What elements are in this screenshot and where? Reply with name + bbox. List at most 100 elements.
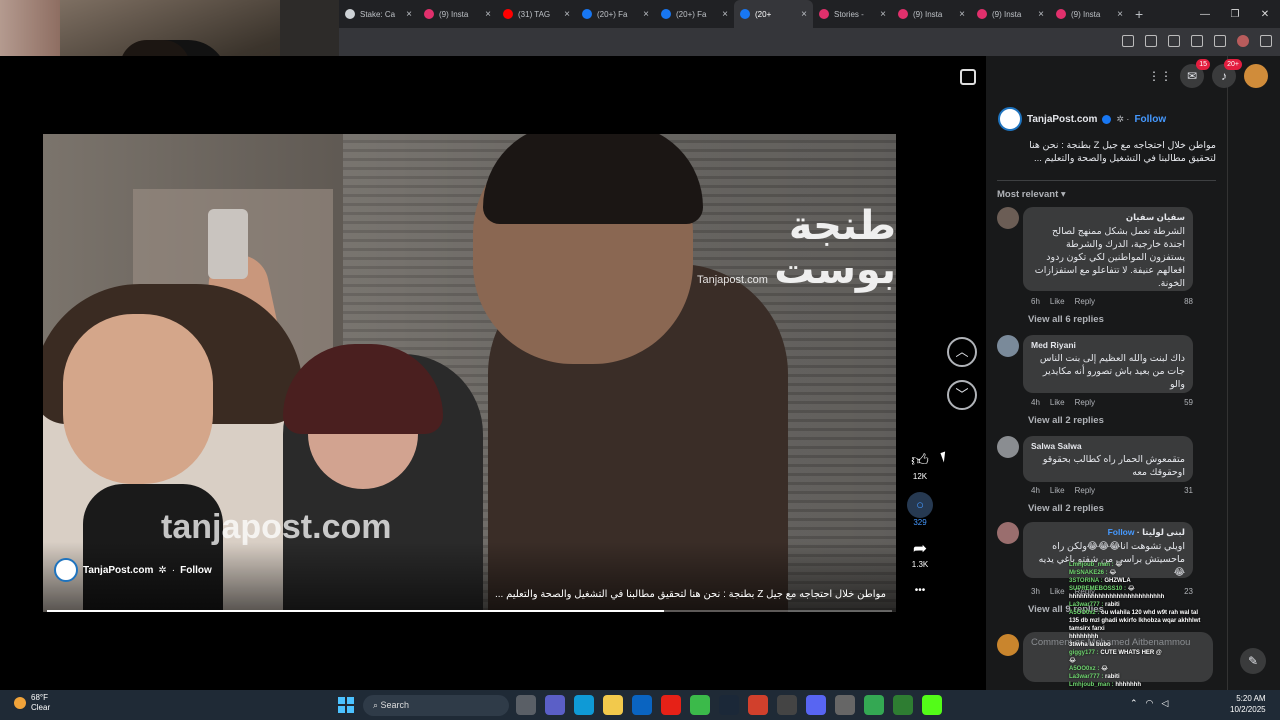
commenter-avatar[interactable] xyxy=(997,436,1019,458)
commenter-name[interactable]: Med Riyani xyxy=(1031,340,1185,350)
xbox-icon[interactable] xyxy=(690,695,710,715)
reaction-count[interactable]: 88 xyxy=(1184,297,1193,306)
view-replies-link[interactable]: View all 6 replies xyxy=(1028,314,1104,325)
commenter-avatar[interactable] xyxy=(997,207,1019,229)
browser-tab[interactable]: Stake: Ca × xyxy=(339,0,418,28)
edge-icon[interactable] xyxy=(574,695,594,715)
weather-widget[interactable]: 68°F Clear xyxy=(14,693,50,713)
commenter-avatar[interactable] xyxy=(997,335,1019,357)
browser-tab[interactable]: (31) TAG × xyxy=(497,0,576,28)
whatsapp-icon[interactable] xyxy=(893,695,913,715)
browser-tab[interactable]: (9) Insta × xyxy=(418,0,497,28)
youtube-icon[interactable] xyxy=(661,695,681,715)
reaction-count[interactable]: 31 xyxy=(1184,486,1193,495)
sort-comments-dropdown[interactable]: Most relevant ▾ xyxy=(997,189,1066,200)
discord-icon[interactable] xyxy=(806,695,826,715)
page-name[interactable]: TanjaPost.com xyxy=(83,565,153,576)
translate-icon[interactable] xyxy=(1145,35,1157,47)
close-tab-icon[interactable]: × xyxy=(722,9,728,20)
previous-video-button[interactable]: ︿ xyxy=(947,337,977,367)
reaction-count[interactable]: 59 xyxy=(1184,398,1193,407)
close-tab-icon[interactable]: × xyxy=(643,9,649,20)
teams-icon[interactable] xyxy=(545,695,565,715)
follow-link[interactable]: Follow xyxy=(180,565,212,576)
chrome-icon[interactable] xyxy=(864,695,884,715)
kick-icon[interactable] xyxy=(922,695,942,715)
browser-tab[interactable]: (9) Insta × xyxy=(1050,0,1129,28)
notifications-bell-icon[interactable]: ♪ 20+ xyxy=(1212,59,1242,88)
close-tab-icon[interactable]: × xyxy=(1038,9,1044,20)
taskbar-clock[interactable]: 5:20 AM 10/2/2025 xyxy=(1230,693,1266,715)
chat-username: La3war777 : xyxy=(1069,674,1104,680)
cast-icon[interactable] xyxy=(1122,35,1134,47)
close-tab-icon[interactable]: × xyxy=(801,9,807,20)
wifi-icon[interactable]: ◠ xyxy=(1146,698,1154,709)
outlook-icon[interactable] xyxy=(632,695,652,715)
extensions-icon[interactable] xyxy=(1191,35,1203,47)
new-tab-button[interactable]: + xyxy=(1135,6,1143,22)
next-video-button[interactable]: ﹀ xyxy=(947,380,977,410)
view-replies-link[interactable]: View all 2 replies xyxy=(1028,415,1104,426)
messenger-icon[interactable]: ✉ 15 xyxy=(1180,59,1210,88)
like-action[interactable]: 👍︎ 12K xyxy=(906,450,934,481)
like-link[interactable]: Like xyxy=(1050,486,1065,495)
share-action[interactable]: ➦ 1.3K xyxy=(906,538,934,569)
commenter-avatar[interactable] xyxy=(997,522,1019,544)
commenter-name[interactable]: لبنى لوليتا xyxy=(1142,527,1185,537)
view-replies-link[interactable]: View all 2 replies xyxy=(1028,503,1104,514)
compose-message-button[interactable]: ✎ xyxy=(1240,648,1266,674)
taskbar-search[interactable]: ⌕ Search xyxy=(363,695,509,716)
commenter-name[interactable]: سفيان سفيان xyxy=(1031,212,1185,223)
start-button[interactable] xyxy=(338,697,354,713)
expand-icon[interactable] xyxy=(960,69,976,85)
browser-tab[interactable]: (20+) Fa × xyxy=(655,0,734,28)
like-link[interactable]: Like xyxy=(1050,398,1065,407)
menu-grid-icon[interactable]: ⋮⋮ xyxy=(1148,64,1172,88)
app-icon[interactable] xyxy=(748,695,768,715)
like-link[interactable]: Like xyxy=(1050,587,1065,596)
reply-link[interactable]: Reply xyxy=(1075,398,1095,407)
close-tab-icon[interactable]: × xyxy=(880,9,886,20)
browser-menu-icon[interactable] xyxy=(1260,35,1272,47)
obs-icon[interactable] xyxy=(777,695,797,715)
video-player[interactable]: طنجة بوست Tanjapost.com tanjapost.com Ta… xyxy=(43,134,896,612)
close-tab-icon[interactable]: × xyxy=(564,9,570,20)
comment-action[interactable]: ○ 329 xyxy=(906,492,934,527)
close-window-button[interactable]: ✕ xyxy=(1250,9,1280,20)
commenter-follow-link[interactable]: Follow xyxy=(1108,527,1135,537)
video-progress-bar[interactable] xyxy=(47,610,892,612)
reply-link[interactable]: Reply xyxy=(1075,486,1095,495)
post-page-avatar[interactable] xyxy=(998,107,1022,131)
close-tab-icon[interactable]: × xyxy=(406,9,412,20)
steam-icon[interactable] xyxy=(719,695,739,715)
browser-tab[interactable]: (9) Insta × xyxy=(892,0,971,28)
more-options-button[interactable]: ••• xyxy=(906,580,934,602)
volume-icon[interactable]: ◁ xyxy=(1161,698,1168,709)
post-follow-link[interactable]: Follow xyxy=(1134,114,1166,125)
maximize-button[interactable]: ❐ xyxy=(1220,9,1250,20)
page-avatar[interactable] xyxy=(54,558,78,582)
task-view-icon[interactable] xyxy=(516,695,536,715)
close-tab-icon[interactable]: × xyxy=(959,9,965,20)
browser-tab[interactable]: Stories - × xyxy=(813,0,892,28)
close-tab-icon[interactable]: × xyxy=(485,9,491,20)
file-explorer-icon[interactable] xyxy=(603,695,623,715)
like-link[interactable]: Like xyxy=(1050,297,1065,306)
chat-username: A5OO0xz : xyxy=(1069,666,1100,672)
clock-time: 5:20 AM xyxy=(1236,694,1266,703)
taskbar-apps xyxy=(516,695,942,715)
commenter-name[interactable]: Salwa Salwa xyxy=(1031,441,1185,451)
chevron-up-icon[interactable]: ⌃ xyxy=(1130,698,1138,709)
bookmark-star-icon[interactable] xyxy=(1168,35,1180,47)
profile-avatar[interactable] xyxy=(1237,35,1249,47)
media-controls-icon[interactable] xyxy=(1214,35,1226,47)
browser-tab[interactable]: (20+) Fa × xyxy=(576,0,655,28)
post-page-name[interactable]: TanjaPost.com xyxy=(1027,114,1097,125)
app-icon[interactable] xyxy=(835,695,855,715)
account-avatar[interactable] xyxy=(1244,64,1268,88)
browser-tab[interactable]: (20+ × xyxy=(734,0,813,28)
reply-link[interactable]: Reply xyxy=(1075,297,1095,306)
minimize-button[interactable]: — xyxy=(1190,9,1220,20)
browser-tab[interactable]: (9) Insta × xyxy=(971,0,1050,28)
close-tab-icon[interactable]: × xyxy=(1117,9,1123,20)
